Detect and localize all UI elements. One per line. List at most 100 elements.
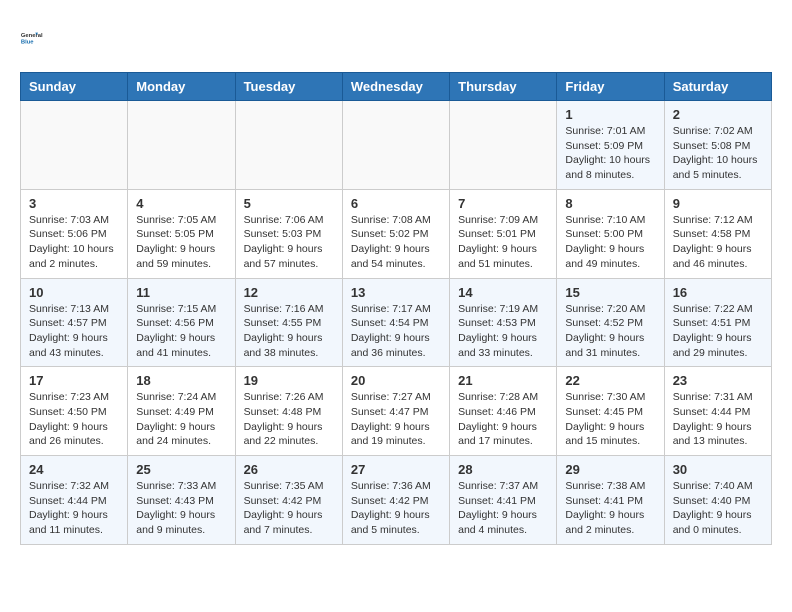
day-info: Sunrise: 7:17 AM Sunset: 4:54 PM Dayligh… bbox=[351, 302, 441, 361]
calendar-cell: 22 Sunrise: 7:30 AM Sunset: 4:45 PM Dayli… bbox=[557, 367, 664, 456]
day-info: Sunrise: 7:12 AM Sunset: 4:58 PM Dayligh… bbox=[673, 213, 763, 272]
calendar-cell: 13 Sunrise: 7:17 AM Sunset: 4:54 PM Dayli… bbox=[342, 278, 449, 367]
calendar-cell: 17 Sunrise: 7:23 AM Sunset: 4:50 PM Dayli… bbox=[21, 367, 128, 456]
calendar-cell: 12 Sunrise: 7:16 AM Sunset: 4:55 PM Dayli… bbox=[235, 278, 342, 367]
calendar-cell bbox=[21, 101, 128, 190]
day-info: Sunrise: 7:01 AM Sunset: 5:09 PM Dayligh… bbox=[565, 124, 655, 183]
day-info: Sunrise: 7:27 AM Sunset: 4:47 PM Dayligh… bbox=[351, 390, 441, 449]
day-number: 24 bbox=[29, 462, 119, 477]
day-number: 2 bbox=[673, 107, 763, 122]
day-number: 8 bbox=[565, 196, 655, 211]
day-info: Sunrise: 7:38 AM Sunset: 4:41 PM Dayligh… bbox=[565, 479, 655, 538]
calendar-cell: 9 Sunrise: 7:12 AM Sunset: 4:58 PM Daylig… bbox=[664, 189, 771, 278]
day-info: Sunrise: 7:09 AM Sunset: 5:01 PM Dayligh… bbox=[458, 213, 548, 272]
day-info: Sunrise: 7:40 AM Sunset: 4:40 PM Dayligh… bbox=[673, 479, 763, 538]
day-info: Sunrise: 7:13 AM Sunset: 4:57 PM Dayligh… bbox=[29, 302, 119, 361]
day-info: Sunrise: 7:16 AM Sunset: 4:55 PM Dayligh… bbox=[244, 302, 334, 361]
day-number: 20 bbox=[351, 373, 441, 388]
day-number: 12 bbox=[244, 285, 334, 300]
logo: General Blue bbox=[20, 20, 56, 56]
day-number: 27 bbox=[351, 462, 441, 477]
calendar-cell: 25 Sunrise: 7:33 AM Sunset: 4:43 PM Dayli… bbox=[128, 456, 235, 545]
calendar-table: SundayMondayTuesdayWednesdayThursdayFrid… bbox=[20, 72, 772, 545]
calendar-cell: 5Sunrise: 7:06 AM Sunset: 5:03 PM Daylig… bbox=[235, 189, 342, 278]
day-info: Sunrise: 7:30 AM Sunset: 4:45 PM Dayligh… bbox=[565, 390, 655, 449]
day-info: Sunrise: 7:35 AM Sunset: 4:42 PM Dayligh… bbox=[244, 479, 334, 538]
day-number: 18 bbox=[136, 373, 226, 388]
day-info: Sunrise: 7:36 AM Sunset: 4:42 PM Dayligh… bbox=[351, 479, 441, 538]
calendar-week-row: 24 Sunrise: 7:32 AM Sunset: 4:44 PM Dayli… bbox=[21, 456, 772, 545]
calendar-cell: 27 Sunrise: 7:36 AM Sunset: 4:42 PM Dayli… bbox=[342, 456, 449, 545]
day-number: 17 bbox=[29, 373, 119, 388]
calendar-cell bbox=[450, 101, 557, 190]
day-number: 14 bbox=[458, 285, 548, 300]
calendar-cell: 30 Sunrise: 7:40 AM Sunset: 4:40 PM Dayli… bbox=[664, 456, 771, 545]
calendar-cell: 20 Sunrise: 7:27 AM Sunset: 4:47 PM Dayli… bbox=[342, 367, 449, 456]
day-number: 10 bbox=[29, 285, 119, 300]
day-number: 22 bbox=[565, 373, 655, 388]
day-info: Sunrise: 7:37 AM Sunset: 4:41 PM Dayligh… bbox=[458, 479, 548, 538]
day-number: 29 bbox=[565, 462, 655, 477]
weekday-header-wednesday: Wednesday bbox=[342, 73, 449, 101]
day-number: 1 bbox=[565, 107, 655, 122]
calendar-cell bbox=[128, 101, 235, 190]
weekday-header-saturday: Saturday bbox=[664, 73, 771, 101]
weekday-header-monday: Monday bbox=[128, 73, 235, 101]
calendar-cell: 18 Sunrise: 7:24 AM Sunset: 4:49 PM Dayli… bbox=[128, 367, 235, 456]
day-number: 26 bbox=[244, 462, 334, 477]
day-info: Sunrise: 7:05 AM Sunset: 5:05 PM Dayligh… bbox=[136, 213, 226, 272]
calendar-cell: 10 Sunrise: 7:13 AM Sunset: 4:57 PM Dayli… bbox=[21, 278, 128, 367]
day-info: Sunrise: 7:32 AM Sunset: 4:44 PM Dayligh… bbox=[29, 479, 119, 538]
calendar-cell bbox=[235, 101, 342, 190]
day-number: 30 bbox=[673, 462, 763, 477]
day-info: Sunrise: 7:24 AM Sunset: 4:49 PM Dayligh… bbox=[136, 390, 226, 449]
page-header: General Blue bbox=[20, 20, 772, 56]
calendar-week-row: 1 Sunrise: 7:01 AM Sunset: 5:09 PM Daylig… bbox=[21, 101, 772, 190]
day-number: 9 bbox=[673, 196, 763, 211]
day-number: 25 bbox=[136, 462, 226, 477]
day-info: Sunrise: 7:33 AM Sunset: 4:43 PM Dayligh… bbox=[136, 479, 226, 538]
calendar-cell: 2 Sunrise: 7:02 AM Sunset: 5:08 PM Daylig… bbox=[664, 101, 771, 190]
calendar-cell: 24 Sunrise: 7:32 AM Sunset: 4:44 PM Dayli… bbox=[21, 456, 128, 545]
calendar-cell: 23 Sunrise: 7:31 AM Sunset: 4:44 PM Dayli… bbox=[664, 367, 771, 456]
day-info: Sunrise: 7:23 AM Sunset: 4:50 PM Dayligh… bbox=[29, 390, 119, 449]
calendar-cell: 6 Sunrise: 7:08 AM Sunset: 5:02 PM Daylig… bbox=[342, 189, 449, 278]
calendar-cell: 11Sunrise: 7:15 AM Sunset: 4:56 PM Dayli… bbox=[128, 278, 235, 367]
calendar-cell: 16 Sunrise: 7:22 AM Sunset: 4:51 PM Dayli… bbox=[664, 278, 771, 367]
day-info: Sunrise: 7:28 AM Sunset: 4:46 PM Dayligh… bbox=[458, 390, 548, 449]
weekday-header-tuesday: Tuesday bbox=[235, 73, 342, 101]
day-number: 13 bbox=[351, 285, 441, 300]
calendar-cell bbox=[342, 101, 449, 190]
weekday-header-thursday: Thursday bbox=[450, 73, 557, 101]
calendar-cell: 21 Sunrise: 7:28 AM Sunset: 4:46 PM Dayli… bbox=[450, 367, 557, 456]
calendar-cell: 4 Sunrise: 7:05 AM Sunset: 5:05 PM Daylig… bbox=[128, 189, 235, 278]
day-number: 21 bbox=[458, 373, 548, 388]
day-info: Sunrise: 7:19 AM Sunset: 4:53 PM Dayligh… bbox=[458, 302, 548, 361]
calendar-cell: 29 Sunrise: 7:38 AM Sunset: 4:41 PM Dayli… bbox=[557, 456, 664, 545]
day-number: 23 bbox=[673, 373, 763, 388]
day-info: Sunrise: 7:20 AM Sunset: 4:52 PM Dayligh… bbox=[565, 302, 655, 361]
day-info: Sunrise: 7:22 AM Sunset: 4:51 PM Dayligh… bbox=[673, 302, 763, 361]
day-number: 11 bbox=[136, 285, 226, 300]
calendar-week-row: 3Sunrise: 7:03 AM Sunset: 5:06 PM Daylig… bbox=[21, 189, 772, 278]
day-number: 6 bbox=[351, 196, 441, 211]
day-info: Sunrise: 7:31 AM Sunset: 4:44 PM Dayligh… bbox=[673, 390, 763, 449]
weekday-header-friday: Friday bbox=[557, 73, 664, 101]
day-number: 16 bbox=[673, 285, 763, 300]
day-number: 15 bbox=[565, 285, 655, 300]
calendar-cell: 7Sunrise: 7:09 AM Sunset: 5:01 PM Daylig… bbox=[450, 189, 557, 278]
day-info: Sunrise: 7:10 AM Sunset: 5:00 PM Dayligh… bbox=[565, 213, 655, 272]
calendar-cell: 3Sunrise: 7:03 AM Sunset: 5:06 PM Daylig… bbox=[21, 189, 128, 278]
day-number: 4 bbox=[136, 196, 226, 211]
day-info: Sunrise: 7:02 AM Sunset: 5:08 PM Dayligh… bbox=[673, 124, 763, 183]
calendar-cell: 14 Sunrise: 7:19 AM Sunset: 4:53 PM Dayli… bbox=[450, 278, 557, 367]
calendar-cell: 15 Sunrise: 7:20 AM Sunset: 4:52 PM Dayli… bbox=[557, 278, 664, 367]
calendar-cell: 28Sunrise: 7:37 AM Sunset: 4:41 PM Dayli… bbox=[450, 456, 557, 545]
day-info: Sunrise: 7:26 AM Sunset: 4:48 PM Dayligh… bbox=[244, 390, 334, 449]
calendar-week-row: 10 Sunrise: 7:13 AM Sunset: 4:57 PM Dayli… bbox=[21, 278, 772, 367]
calendar-cell: 26 Sunrise: 7:35 AM Sunset: 4:42 PM Dayli… bbox=[235, 456, 342, 545]
svg-text:Blue: Blue bbox=[21, 39, 34, 45]
calendar-week-row: 17 Sunrise: 7:23 AM Sunset: 4:50 PM Dayli… bbox=[21, 367, 772, 456]
day-number: 3 bbox=[29, 196, 119, 211]
day-info: Sunrise: 7:08 AM Sunset: 5:02 PM Dayligh… bbox=[351, 213, 441, 272]
